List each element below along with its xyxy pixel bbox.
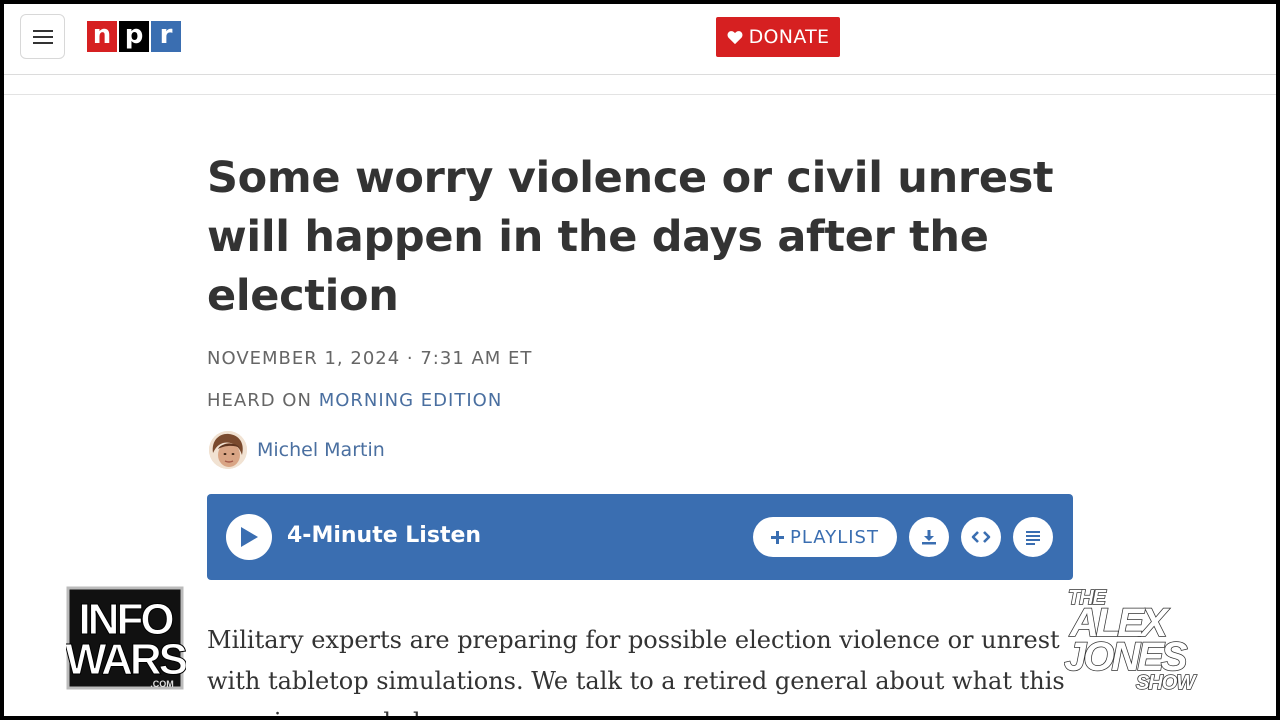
audio-player: 4-Minute Listen PLAYLIST <box>207 494 1073 580</box>
donate-button[interactable]: DONATE <box>716 17 840 57</box>
transcript-icon <box>1026 531 1040 545</box>
author-name[interactable]: Michel Martin <box>257 439 385 461</box>
program-link[interactable]: MORNING EDITION <box>319 390 503 411</box>
article-teaser: Military experts are preparing for possi… <box>207 626 1065 716</box>
logo-letter-r: r <box>151 21 181 52</box>
download-icon <box>922 530 936 545</box>
byline: Michel Martin <box>209 431 385 469</box>
article-headline: Some worry violence or civil unrest will… <box>207 153 1054 321</box>
heard-on: HEARD ON MORNING EDITION <box>207 390 502 411</box>
svg-text:WARS: WARS <box>66 635 186 684</box>
npr-logo[interactable]: n p r <box>87 21 181 52</box>
alex-jones-show-logo: THE ALEX JONES SHOW <box>1064 586 1199 695</box>
svg-text:.COM: .COM <box>150 679 174 689</box>
listen-duration: 4-Minute Listen <box>287 523 482 548</box>
embed-button[interactable] <box>961 517 1001 557</box>
site-header: n p r DONATE <box>4 4 1276 75</box>
heard-on-prefix: HEARD ON <box>207 390 312 411</box>
play-icon <box>241 527 258 547</box>
logo-letter-n: n <box>87 21 117 52</box>
menu-button[interactable] <box>20 14 65 59</box>
infowars-logo: INFO WARS .COM <box>66 586 186 690</box>
play-button[interactable] <box>226 514 272 560</box>
header-divider <box>4 94 1276 95</box>
playlist-button[interactable]: PLAYLIST <box>753 517 897 557</box>
download-button[interactable] <box>909 517 949 557</box>
logo-letter-p: p <box>119 21 149 52</box>
heart-icon <box>727 30 743 44</box>
embed-icon <box>971 531 991 543</box>
author-avatar[interactable] <box>209 431 247 469</box>
hamburger-icon <box>32 29 53 44</box>
plus-icon <box>771 530 785 544</box>
transcript-button[interactable] <box>1013 517 1053 557</box>
donate-label: DONATE <box>748 26 830 48</box>
author-photo <box>209 431 247 469</box>
article-dateline: NOVEMBER 1, 2024 · 7:31 AM ET <box>207 348 533 369</box>
browser-viewport: n p r DONATE Some worry violence or civi… <box>4 4 1276 716</box>
playlist-label: PLAYLIST <box>790 526 879 548</box>
svg-text:SHOW: SHOW <box>1136 672 1197 694</box>
